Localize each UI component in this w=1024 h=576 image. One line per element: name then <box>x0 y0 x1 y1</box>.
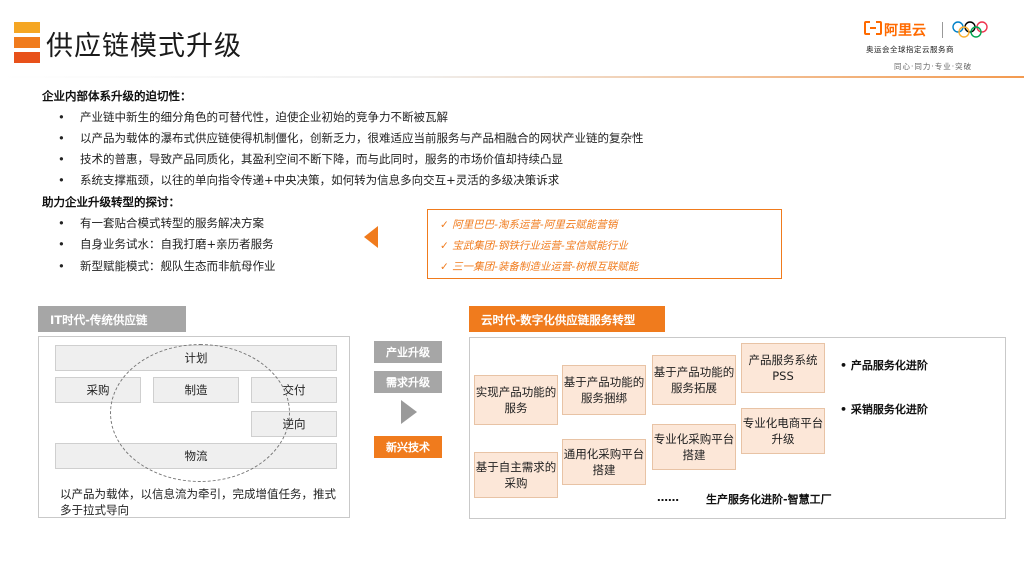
page-title: 供应链模式升级 <box>46 31 242 62</box>
callout-item: ✓ 宝武集团-钢铁行业运营-宝信赋能行业 <box>440 240 628 252</box>
ellipsis: …… <box>657 491 679 504</box>
olympic-rings-icon <box>952 21 988 38</box>
brand-subtitle: 奥运会全球指定云服务商 <box>866 45 954 54</box>
service-box: 专业化电商平台升级 <box>741 408 825 454</box>
service-box: 基于产品功能的服务捆绑 <box>562 365 646 415</box>
service-box: 基于产品功能的服务拓展 <box>652 355 736 405</box>
bullet-item: • 有一套贴合模式转型的服务解决方案 <box>58 216 264 230</box>
section-heading-transformation: 助力企业升级转型的探讨： <box>42 195 180 209</box>
service-box: 产品服务系统PSS <box>741 343 825 393</box>
brand-logo: 阿里云 <box>884 23 926 39</box>
dashed-ellipse <box>110 344 290 482</box>
section-heading-urgency: 企业内部体系升级的迫切性： <box>42 89 192 103</box>
arrow-right-icon <box>401 400 417 424</box>
service-box: 基于自主需求的采购 <box>474 452 558 498</box>
service-box: 实现产品功能的服务 <box>474 375 558 425</box>
brand-motto: 同心·同力·专业·突破 <box>894 62 973 71</box>
smart-factory-label: 生产服务化进阶-智慧工厂 <box>706 493 832 506</box>
digital-supply-chain-panel: 实现产品功能的服务 基于产品功能的服务捆绑 基于产品功能的服务拓展 产品服务系统… <box>469 337 1006 519</box>
industry-upgrade-tag: 产业升级 <box>374 341 442 363</box>
aliyun-mark-icon <box>864 21 882 35</box>
callout-item: ✓ 阿里巴巴-淘系运营-阿里云赋能营销 <box>440 219 618 231</box>
case-callout-box: ✓ 阿里巴巴-淘系运营-阿里云赋能营销 ✓ 宝武集团-钢铁行业运营-宝信赋能行业… <box>427 209 782 279</box>
bullet-item: • 技术的普惠，导致产品同质化，其盈利空间不断下降，而与此同时，服务的市场价值却持… <box>58 152 563 166</box>
sales-service-label: • 采销服务化进阶 <box>840 403 928 416</box>
service-box: 通用化采购平台搭建 <box>562 439 646 485</box>
bullet-item: • 产业链中新生的细分角色的可替代性，迫使企业初始的竞争力不断被瓦解 <box>58 110 448 124</box>
it-era-tag: IT时代-传统供应链 <box>38 306 186 332</box>
arrow-left-icon <box>364 226 378 248</box>
bullet-item: • 系统支撑瓶颈，以往的单向指令传递+中央决策，如何转为信息多向交互+灵活的多级决… <box>58 173 560 187</box>
brand-divider <box>942 22 943 38</box>
brand-block: 阿里云 奥运会全球指定云服务商 同心·同力·专业·突破 <box>852 16 1014 76</box>
service-box: 专业化采购平台搭建 <box>652 424 736 470</box>
bullet-item: • 以产品为载体的瀑布式供应链使得机制僵化，创新乏力，很难适应当前服务与产品相融合… <box>58 131 644 145</box>
cloud-era-tag: 云时代-数字化供应链服务转型 <box>469 306 665 332</box>
bullet-item: • 自身业务试水：自我打磨+亲历者服务 <box>58 237 274 251</box>
demand-upgrade-tag: 需求升级 <box>374 371 442 393</box>
emerging-tech-tag: 新兴技术 <box>374 436 442 458</box>
logo-bars-icon <box>14 22 40 64</box>
left-panel-caption: 以产品为载体，以信息流为牵引，完成增值任务，推式多于拉式导向 <box>60 487 336 517</box>
callout-item: ✓ 三一集团-装备制造业运营-树根互联赋能 <box>440 261 639 273</box>
header-divider <box>0 76 1024 78</box>
bullet-item: • 新型赋能模式：舰队生态而非航母作业 <box>58 259 276 273</box>
product-service-label: • 产品服务化进阶 <box>840 359 928 372</box>
